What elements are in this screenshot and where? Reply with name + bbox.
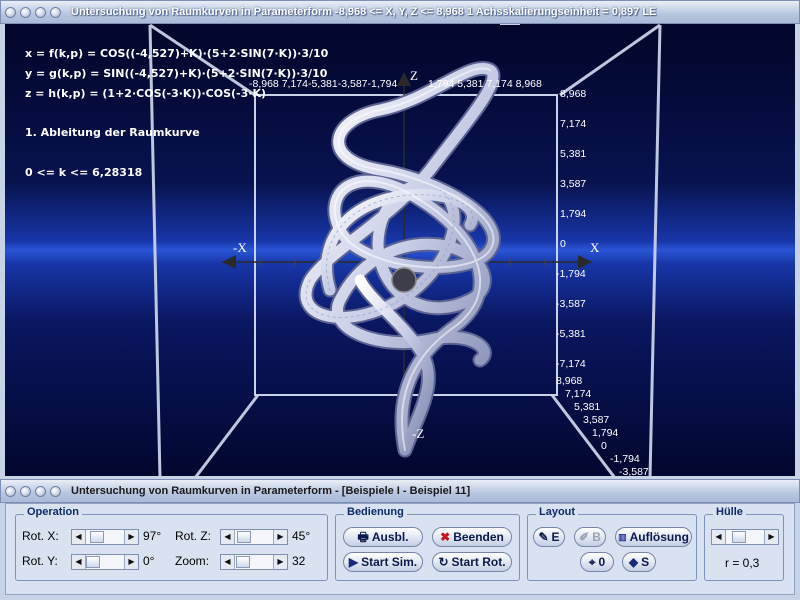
window-control-icon[interactable] <box>20 485 31 497</box>
rot-z-slider[interactable]: ◀ ▶ <box>220 529 288 545</box>
slider-thumb[interactable] <box>732 531 746 543</box>
zoom-slider[interactable]: ◀ ▶ <box>220 554 288 570</box>
layout-title: Layout <box>536 506 579 518</box>
layout-e-button[interactable]: ✎ E <box>533 527 565 547</box>
printer-icon: 🖶 <box>357 530 369 544</box>
right-tick-label: -3,587 <box>556 298 586 310</box>
aufloesung-button[interactable]: ▥ Auflösung <box>615 527 692 547</box>
layout-zero-button[interactable]: ⌖ 0 <box>580 552 614 572</box>
right-tick-label: 5,381 <box>560 148 587 160</box>
equation-x: x = f(k,p) = COS((-4,527)+K)·(5+2·SIN(7·… <box>25 47 329 60</box>
right-tick-label: 0 <box>560 238 566 250</box>
space-curve-tube <box>298 61 501 458</box>
start-rot-button[interactable]: ↻ Start Rot. <box>432 552 512 572</box>
crosshair-icon: ⌖ <box>588 555 596 569</box>
equation-z: z = h(k,p) = (1+2·COS(-3·K))·COS(-3·K) <box>25 87 266 100</box>
right-tick-label: -1,794 <box>556 268 586 280</box>
bedienung-group: Bedienung 🖶 Ausbl. ✖ Beenden ▶ Start Sim. ↻… <box>335 506 520 581</box>
right-tick-label: 3,587 <box>560 178 587 190</box>
main-window-title: Untersuchung von Raumkurven in Parameter… <box>71 6 657 18</box>
derivative-label: 1. Ableitung der Raumkurve <box>25 126 200 139</box>
rot-x-slider[interactable]: ◀ ▶ <box>71 529 139 545</box>
layout-s-button[interactable]: ◆ S <box>622 552 656 572</box>
slider-thumb[interactable] <box>237 531 251 543</box>
top-tick-labels-right: 1,794 5,381 7,174 8,968 <box>428 78 542 90</box>
slider-thumb[interactable] <box>236 556 250 568</box>
ausblenden-button[interactable]: 🖶 Ausbl. <box>343 527 423 547</box>
layout-group: Layout ✎ E ✐ B ▥ Auflösung ⌖ 0 ◆ S <box>527 506 697 581</box>
right-tick-label: -7,174 <box>556 358 586 370</box>
arrow-left-icon[interactable]: ◀ <box>221 555 235 569</box>
axis-label-neg-x: -X <box>233 240 247 255</box>
rotate-icon: ↻ <box>438 555 449 569</box>
play-icon: ▶ <box>348 555 359 569</box>
rot-z-value: 45° <box>292 529 311 543</box>
arrow-left-icon[interactable]: ◀ <box>712 530 726 544</box>
zoom-label: Zoom: <box>175 554 210 568</box>
rot-x-value: 97° <box>143 529 162 543</box>
rot-x-label: Rot. X: <box>22 529 59 543</box>
pencil-icon: ✐ <box>579 530 590 544</box>
arrow-right-icon[interactable]: ▶ <box>124 555 138 569</box>
window-control-icon[interactable] <box>5 6 16 18</box>
range-label: 0 <= k <= 6,28318 <box>25 166 143 179</box>
arrow-right-icon[interactable]: ▶ <box>273 555 287 569</box>
arrow-right-icon[interactable]: ▶ <box>273 530 287 544</box>
axis-label-neg-z: -Z <box>412 426 425 441</box>
window-control-icon[interactable] <box>35 6 46 18</box>
start-sim-button[interactable]: ▶ Start Sim. <box>343 552 423 572</box>
floor-tick-label: 8,968 <box>556 375 583 387</box>
window-control-icon[interactable] <box>20 6 31 18</box>
slider-thumb[interactable] <box>90 531 104 543</box>
floor-tick-label: 1,794 <box>592 427 619 439</box>
floor-tick-label: 3,587 <box>583 414 610 426</box>
huelle-group: Hülle ◀ ▶ r = 0,3 <box>704 506 784 581</box>
floor-tick-label: -1,794 <box>610 453 640 465</box>
slider-thumb[interactable] <box>86 556 100 568</box>
main-title-bar[interactable]: Untersuchung von Raumkurven in Parameter… <box>0 0 800 24</box>
hull-radius-value: r = 0,3 <box>725 556 760 570</box>
top-tick-labels-left: -8,968 7,174-5,381-3,587-1,794 <box>249 78 398 90</box>
rot-y-label: Rot. Y: <box>22 554 58 568</box>
arrow-right-icon[interactable]: ▶ <box>764 530 778 544</box>
window-control-icon[interactable] <box>50 6 61 18</box>
arrow-right-icon[interactable]: ▶ <box>124 530 138 544</box>
floor-tick-label: 0 <box>601 440 607 452</box>
rot-y-slider[interactable]: ◀ ▶ <box>71 554 139 570</box>
control-panel: Operation Rot. X: ◀ ▶ 97° Rot. Y: ◀ ▶ 0°… <box>5 503 795 595</box>
arrow-left-icon[interactable]: ◀ <box>72 530 86 544</box>
operation-group: Operation Rot. X: ◀ ▶ 97° Rot. Y: ◀ ▶ 0°… <box>15 506 328 581</box>
rot-y-value: 0° <box>143 554 155 568</box>
floor-tick-label: 7,174 <box>565 388 592 400</box>
right-tick-label: 8,968 <box>560 88 587 100</box>
zoom-value: 32 <box>292 554 306 568</box>
arrow-left-icon[interactable]: ◀ <box>221 530 235 544</box>
right-tick-label: 1,794 <box>560 208 587 220</box>
3d-viewport[interactable]: x = f(k,p) = COS((-4,527)+K)·(5+2·SIN(7·… <box>5 24 795 476</box>
axis-label-z: Z <box>410 68 418 83</box>
bedienung-title: Bedienung <box>344 506 407 518</box>
window-control-icon[interactable] <box>5 485 16 497</box>
origin-sphere <box>391 267 417 293</box>
panel-title-bar[interactable]: Untersuchung von Raumkurven in Parameter… <box>0 479 800 503</box>
operation-title: Operation <box>24 506 82 518</box>
window-control-icon[interactable] <box>50 485 61 497</box>
panel-window-title: Untersuchung von Raumkurven in Parameter… <box>71 485 471 497</box>
eraser-icon: ◆ <box>628 555 639 569</box>
right-tick-label: 7,174 <box>560 118 587 130</box>
layout-b-button[interactable]: ✐ B <box>574 527 606 547</box>
right-tick-label: -5,381 <box>556 328 586 340</box>
brush-icon: ✎ <box>538 530 549 544</box>
floor-tick-label: 5,381 <box>574 401 601 413</box>
beenden-button[interactable]: ✖ Beenden <box>432 527 512 547</box>
floor-tick-label: -3,587 <box>619 466 649 476</box>
huelle-title: Hülle <box>713 506 746 518</box>
rot-z-label: Rot. Z: <box>175 529 212 543</box>
hull-radius-slider[interactable]: ◀ ▶ <box>711 529 779 545</box>
grid-icon: ▥ <box>618 532 627 542</box>
axis-label-x: X <box>590 240 600 255</box>
close-icon: ✖ <box>440 530 451 544</box>
arrow-left-icon[interactable]: ◀ <box>72 555 86 569</box>
window-control-icon[interactable] <box>35 485 46 497</box>
